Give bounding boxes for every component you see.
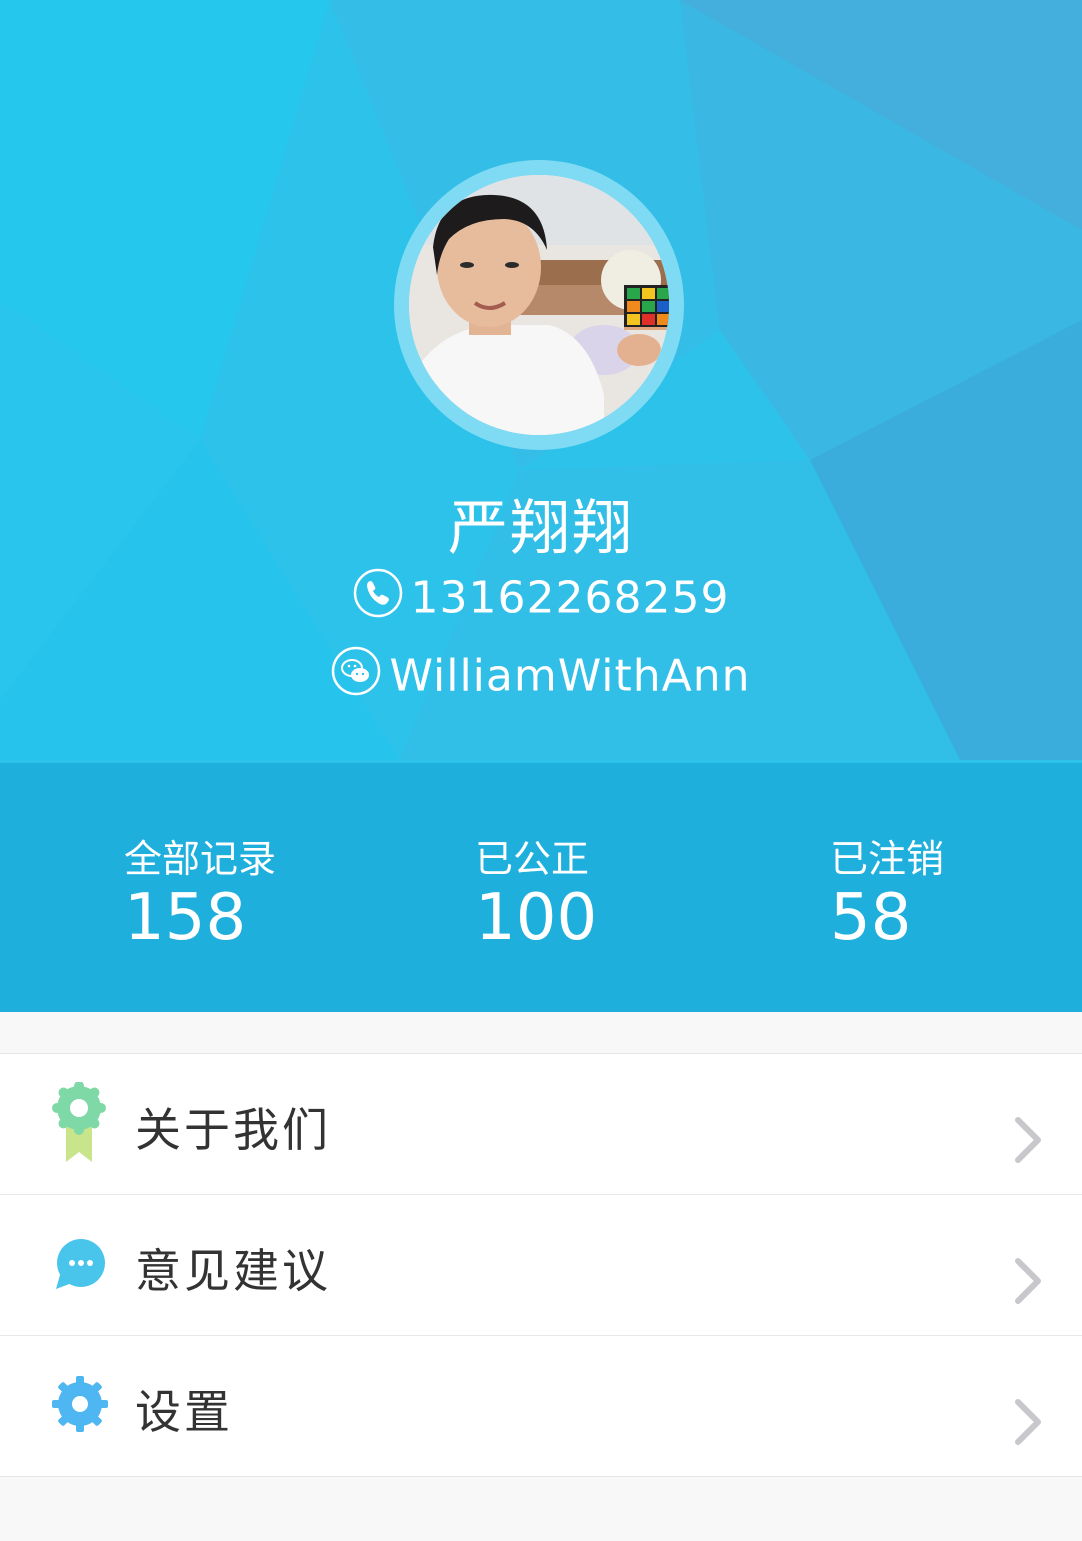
stat-value: 100	[475, 881, 598, 955]
chat-bubble-icon	[50, 1237, 108, 1317]
stat-label: 全部记录	[124, 837, 277, 881]
chevron-right-icon	[1010, 1396, 1046, 1448]
stat-label: 已注销	[830, 837, 945, 881]
stat-notarized[interactable]: 已公正 100	[475, 837, 597, 953]
stat-all-records[interactable]: 全部记录 158	[124, 837, 276, 953]
phone-row: 13162268259	[0, 568, 1082, 624]
gear-icon	[50, 1374, 108, 1454]
chevron-right-icon	[1010, 1114, 1046, 1166]
stat-cancelled[interactable]: 已注销 58	[830, 837, 944, 953]
menu-list: 关于我们 意见建议 设置	[0, 1053, 1082, 1477]
chevron-right-icon	[1010, 1255, 1046, 1307]
wechat-row: WilliamWithAnn	[0, 646, 1082, 702]
menu-item-feedback[interactable]: 意见建议	[0, 1195, 1082, 1336]
stat-label: 已公正	[475, 837, 590, 881]
wechat-icon	[331, 646, 381, 696]
wechat-id: WilliamWithAnn	[389, 650, 751, 702]
menu-label: 设置	[135, 1385, 233, 1439]
menu-item-settings[interactable]: 设置	[0, 1336, 1082, 1476]
profile-header: 严翔翔 13162268259 WilliamWithAnn 全部记录 158 …	[0, 0, 1082, 1012]
avatar[interactable]	[409, 175, 669, 435]
stat-value: 58	[830, 881, 912, 955]
phone-icon	[353, 568, 403, 618]
stat-value: 158	[124, 881, 247, 955]
menu-item-about-us[interactable]: 关于我们	[0, 1054, 1082, 1195]
menu-label: 意见建议	[135, 1244, 331, 1298]
profile-name: 严翔翔	[448, 494, 634, 564]
phone-number[interactable]: 13162268259	[411, 573, 730, 624]
badge-icon	[50, 1081, 108, 1162]
stats-bar: 全部记录 158 已公正 100 已注销 58	[0, 763, 1082, 1012]
menu-label: 关于我们	[135, 1103, 331, 1157]
